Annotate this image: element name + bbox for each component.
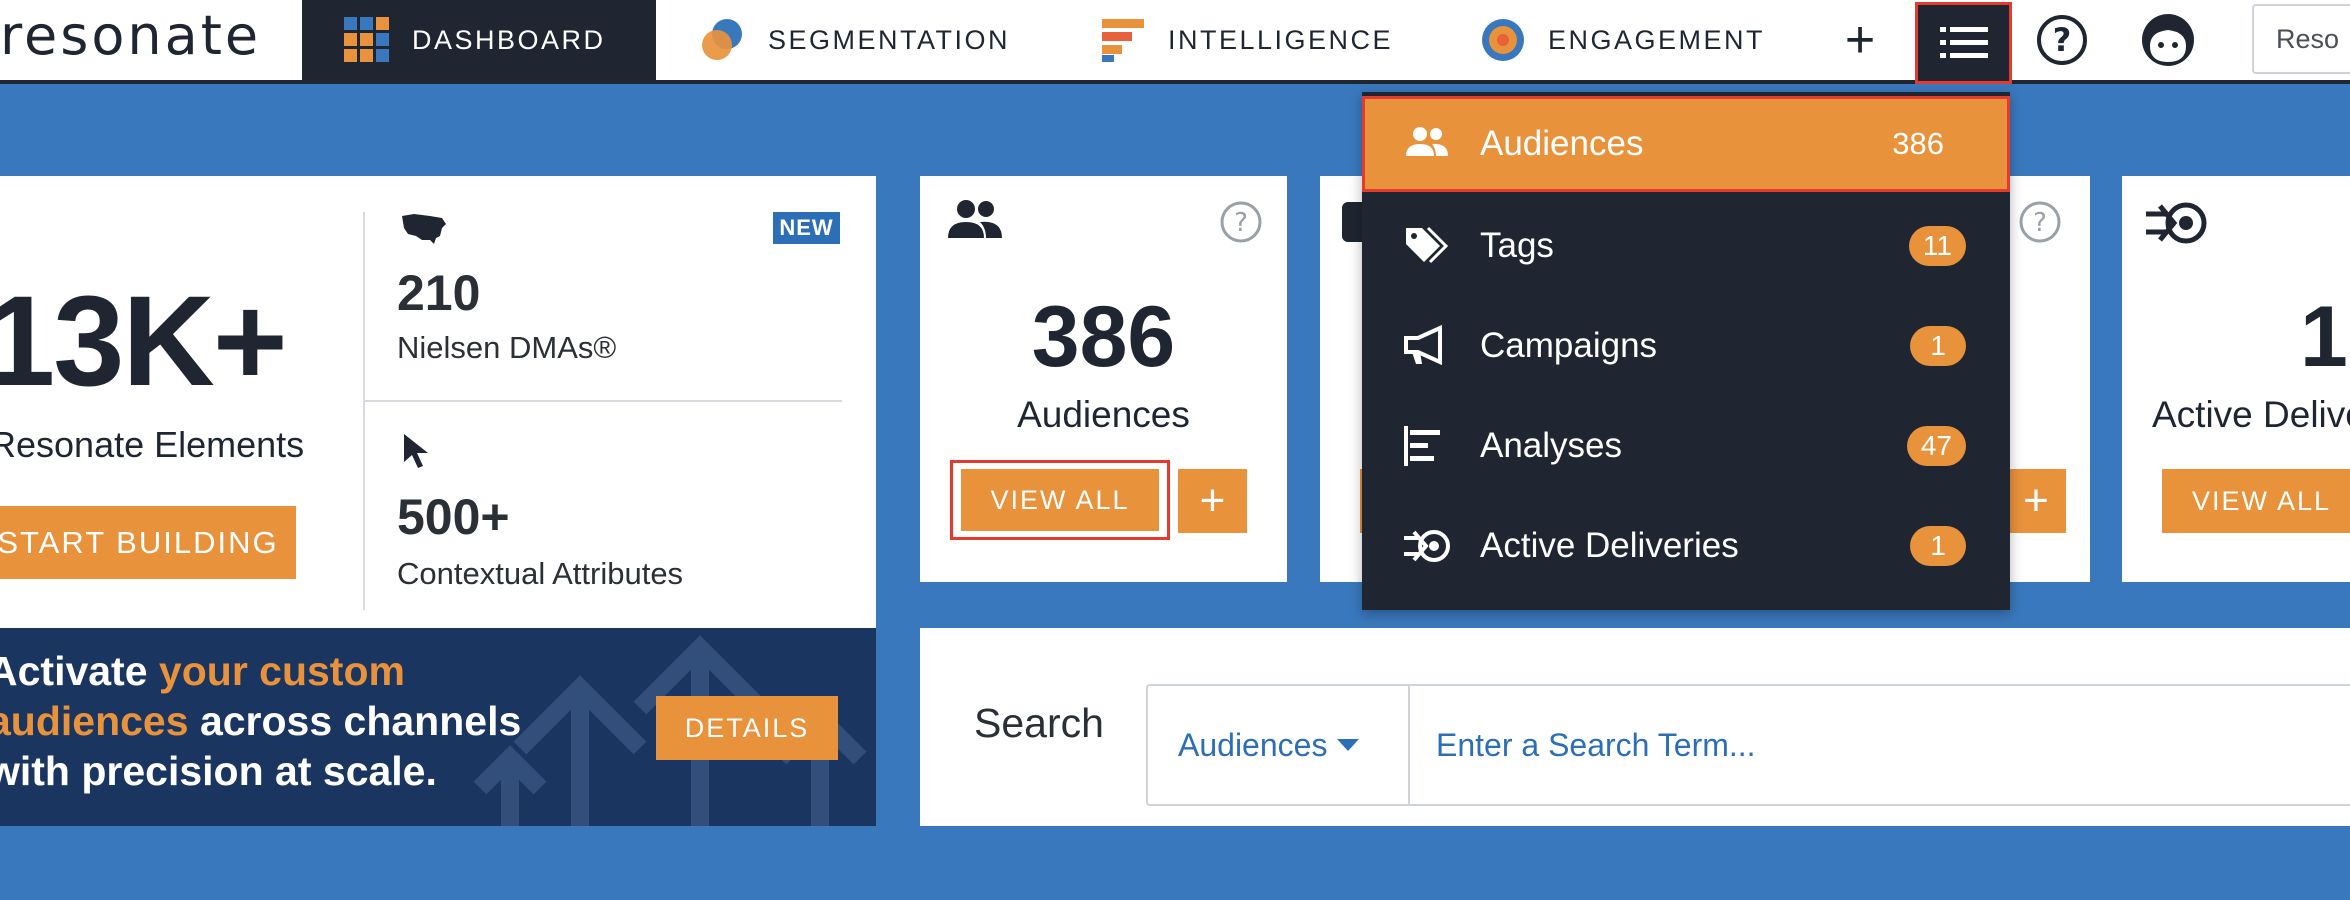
delivery-icon bbox=[1404, 530, 1450, 562]
menu-item-analyses[interactable]: Analyses 47 bbox=[1362, 398, 2010, 494]
tags-add-button[interactable]: + bbox=[2006, 469, 2066, 533]
list-menu-button[interactable] bbox=[1915, 2, 2012, 84]
us-map-icon bbox=[402, 214, 446, 244]
banner-text-1b: your custom bbox=[158, 648, 405, 694]
elements-label: Resonate Elements bbox=[0, 424, 305, 465]
stats-divider-vertical bbox=[363, 212, 365, 610]
analysis-bars-icon bbox=[1404, 426, 1440, 466]
audiences-help-icon[interactable]: ? bbox=[1219, 200, 1263, 244]
banner-text-1a: Activate bbox=[0, 648, 159, 694]
audiences-view-all-button[interactable]: VIEW ALL bbox=[961, 469, 1159, 531]
banner-text-2b: across channels bbox=[188, 698, 522, 744]
view-all-highlight: VIEW ALL bbox=[950, 460, 1170, 540]
top-search-text: Reso bbox=[2276, 24, 2340, 54]
nav-intelligence-label: INTELLIGENCE bbox=[1168, 24, 1394, 55]
people-icon bbox=[948, 200, 1002, 238]
menu-item-active-deliveries-count: 1 bbox=[1910, 526, 1966, 566]
contextual-count: 500+ bbox=[397, 489, 510, 545]
menu-item-active-deliveries-label: Active Deliveries bbox=[1480, 526, 1739, 565]
nav-engagement[interactable]: ENGAGEMENT bbox=[1480, 0, 1765, 80]
menu-item-tags-count: 11 bbox=[1908, 226, 1966, 266]
dma-count: 210 bbox=[397, 265, 481, 321]
deliveries-card: 1 Active Deliveries VIEW ALL bbox=[2122, 176, 2350, 582]
user-avatar-icon[interactable] bbox=[2140, 12, 2196, 68]
elements-count: 13K+ bbox=[0, 270, 288, 413]
delivery-icon bbox=[2146, 202, 2207, 244]
search-input[interactable] bbox=[1412, 686, 2350, 804]
nav-dashboard[interactable]: DASHBOARD bbox=[302, 0, 656, 80]
svg-text:?: ? bbox=[1234, 208, 1248, 238]
svg-text:?: ? bbox=[2053, 21, 2072, 59]
tags-help-icon[interactable]: ? bbox=[2018, 200, 2062, 244]
logo-text: resonate bbox=[0, 4, 262, 67]
list-dropdown-menu: Audiences 386 Tags 11 Campaigns 1 Analys… bbox=[1362, 92, 2010, 610]
contextual-label: Contextual Attributes bbox=[397, 556, 684, 591]
top-search-input[interactable]: Reso bbox=[2252, 4, 2350, 74]
venn-icon bbox=[702, 19, 742, 60]
tag-icon bbox=[1406, 226, 1449, 264]
deliveries-label: Active Deliveries bbox=[2152, 394, 2350, 435]
audiences-count: 386 bbox=[1031, 289, 1176, 385]
details-button[interactable]: DETAILS bbox=[656, 696, 838, 760]
menu-item-campaigns-label: Campaigns bbox=[1480, 326, 1658, 365]
nav-intelligence[interactable]: INTELLIGENCE bbox=[1100, 0, 1393, 80]
nav-engagement-label: ENGAGEMENT bbox=[1548, 24, 1766, 55]
nav-segmentation-label: SEGMENTATION bbox=[768, 24, 1011, 55]
caret-down-icon bbox=[1337, 739, 1360, 751]
people-icon bbox=[1406, 127, 1448, 156]
menu-item-audiences[interactable]: Audiences 386 bbox=[1362, 96, 2010, 192]
grid-icon bbox=[344, 17, 389, 62]
svg-text:?: ? bbox=[2033, 208, 2047, 238]
start-building-button[interactable]: START BUILDING bbox=[0, 506, 296, 579]
menu-item-tags[interactable]: Tags 11 bbox=[1362, 198, 2010, 294]
menu-item-campaigns-count: 1 bbox=[1910, 326, 1966, 366]
menu-item-analyses-label: Analyses bbox=[1480, 426, 1623, 465]
search-label: Search bbox=[974, 700, 1104, 746]
menu-item-tags-label: Tags bbox=[1480, 226, 1554, 265]
bars-icon bbox=[1102, 19, 1144, 62]
help-icon[interactable]: ? bbox=[2036, 14, 2088, 66]
deliveries-view-all-button[interactable]: VIEW ALL bbox=[2162, 469, 2350, 533]
menu-item-audiences-label: Audiences bbox=[1480, 124, 1644, 163]
audiences-card: ? 386 Audiences VIEW ALL + bbox=[920, 176, 1287, 582]
audiences-label: Audiences bbox=[1017, 394, 1190, 435]
search-type-value: Audiences bbox=[1178, 726, 1328, 763]
audiences-add-button[interactable]: + bbox=[1178, 469, 1247, 533]
add-icon[interactable]: + bbox=[1840, 10, 1880, 70]
menu-item-campaigns[interactable]: Campaigns 1 bbox=[1362, 298, 2010, 394]
list-icon bbox=[1939, 27, 1988, 58]
search-card: Search Audiences bbox=[920, 628, 2350, 826]
cursor-icon bbox=[404, 434, 428, 468]
deliveries-count: 1 bbox=[2300, 289, 2348, 385]
target-icon bbox=[1482, 19, 1524, 61]
megaphone-icon bbox=[1404, 324, 1442, 366]
menu-item-audiences-count: 386 bbox=[1892, 126, 1944, 161]
search-box: Audiences bbox=[1146, 684, 2350, 806]
banner-text-3: with precision at scale. bbox=[0, 748, 437, 794]
menu-item-analyses-count: 47 bbox=[1906, 426, 1966, 466]
banner-headline: Activate your custom audiences across ch… bbox=[0, 646, 548, 796]
menu-item-active-deliveries[interactable]: Active Deliveries 1 bbox=[1362, 498, 2010, 594]
banner-text-2a: audiences bbox=[0, 698, 189, 744]
dma-label: Nielsen DMAs® bbox=[397, 330, 617, 365]
search-type-select[interactable]: Audiences bbox=[1148, 686, 1410, 804]
stats-divider-horizontal bbox=[364, 400, 842, 402]
nav-dashboard-label: DASHBOARD bbox=[412, 24, 606, 55]
logo[interactable]: resonate bbox=[0, 0, 261, 80]
nav-segmentation[interactable]: SEGMENTATION bbox=[700, 0, 1010, 80]
new-badge: NEW bbox=[773, 212, 840, 244]
promo-banner: Activate your custom audiences across ch… bbox=[0, 628, 876, 826]
top-nav: resonate DASHBOARD SEGMENTATION INTELLIG… bbox=[0, 0, 2350, 84]
